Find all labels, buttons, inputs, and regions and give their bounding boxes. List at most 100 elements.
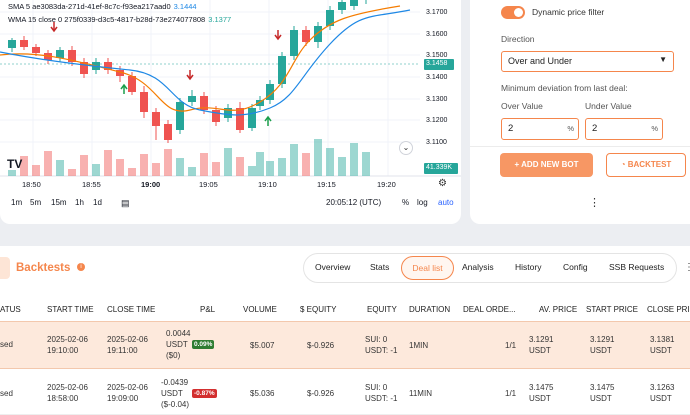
row-start-time: 18:58:00 bbox=[47, 394, 79, 403]
utc-clock: 20:05:12 (UTC) bbox=[326, 198, 382, 207]
column-header-usd-equity[interactable]: $ EQUITY bbox=[300, 305, 336, 314]
candlestick-chart[interactable] bbox=[0, 0, 461, 224]
table-row[interactable] bbox=[0, 321, 690, 369]
time-axis-label: 19:10 bbox=[258, 180, 277, 189]
volume-bar bbox=[44, 151, 52, 176]
volume-bar bbox=[256, 152, 264, 176]
backtest-button[interactable]: ◔ BACKTEST bbox=[606, 153, 686, 177]
tab-ssb-requests[interactable]: SSB Requests bbox=[609, 262, 664, 272]
volume-bar bbox=[32, 165, 40, 176]
price-axis-label: 3.1300 bbox=[426, 96, 448, 103]
column-header-av-price[interactable]: AV. PRICE bbox=[539, 305, 577, 314]
column-header-volume[interactable]: VOLUME bbox=[243, 305, 277, 314]
price-axis-label: 3.1600 bbox=[426, 31, 448, 38]
volume-bar bbox=[362, 152, 370, 176]
price-axis-label: 3.1700 bbox=[426, 9, 448, 16]
volume-bar bbox=[68, 169, 76, 176]
volume-bar bbox=[236, 157, 244, 176]
row-av-price-unit: USDT bbox=[529, 394, 551, 403]
row-pnl-usd: ($-0.04) bbox=[161, 400, 190, 409]
tab-history[interactable]: History bbox=[515, 262, 541, 272]
tab-stats[interactable]: Stats bbox=[370, 262, 389, 272]
wma-legend-value: 3.1377 bbox=[208, 15, 232, 24]
candle bbox=[164, 124, 172, 140]
add-new-bot-label: ADD NEW BOT bbox=[521, 160, 579, 169]
candle bbox=[212, 110, 220, 122]
row-close-date: 2025-02-06 bbox=[107, 335, 148, 344]
direction-value: Over and Under bbox=[508, 56, 573, 66]
row-close-time: 19:09:00 bbox=[107, 394, 139, 403]
candle bbox=[314, 26, 322, 42]
gear-icon[interactable]: ⚙ bbox=[438, 178, 447, 189]
table-row[interactable] bbox=[0, 370, 690, 415]
direction-select[interactable]: Over and Under ▼ bbox=[501, 51, 674, 72]
tab-overview[interactable]: Overview bbox=[315, 262, 350, 272]
row-close-price-unit: USDT bbox=[650, 346, 672, 355]
column-header-deal-orders[interactable]: DEAL ORDE... bbox=[463, 305, 516, 314]
timeframe-1m[interactable]: 1m bbox=[11, 198, 22, 207]
row-equity-usdt: USDT: -1 bbox=[365, 394, 398, 403]
column-header-duration[interactable]: DURATION bbox=[409, 305, 450, 314]
more-options-icon[interactable]: ⋮ bbox=[589, 196, 600, 209]
bot-settings-panel: Dynamic price filter Direction Over and … bbox=[470, 0, 690, 224]
time-axis-label: 19:00 bbox=[141, 180, 161, 189]
timeframe-1h[interactable]: 1h bbox=[75, 198, 84, 207]
auto-toggle[interactable]: auto bbox=[438, 198, 454, 207]
row-start-date: 2025-02-06 bbox=[47, 335, 88, 344]
backtest-label: BACKTEST bbox=[627, 160, 672, 169]
row-usd-equity: $-0.926 bbox=[307, 341, 335, 350]
over-value-input[interactable]: 2 % bbox=[501, 118, 579, 140]
volume-bar bbox=[224, 148, 232, 176]
tab-deal-list[interactable]: Deal list bbox=[401, 256, 454, 280]
info-icon[interactable]: i bbox=[77, 263, 85, 271]
column-header-equity[interactable]: EQUITY bbox=[367, 305, 397, 314]
volume-bar bbox=[314, 139, 322, 176]
row-status: sed bbox=[0, 340, 13, 349]
timeframe-1d[interactable]: 1d bbox=[93, 198, 102, 207]
column-header-pnl[interactable]: P&L bbox=[200, 305, 215, 314]
dynamic-filter-toggle[interactable] bbox=[501, 6, 525, 19]
timeframe-15m[interactable]: 15m bbox=[51, 198, 67, 207]
time-axis-label: 18:55 bbox=[82, 180, 101, 189]
add-new-bot-button[interactable]: + ADD NEW BOT bbox=[500, 153, 593, 177]
volume-bar bbox=[212, 162, 220, 176]
tradingview-logo[interactable]: TV bbox=[7, 157, 22, 171]
candle bbox=[338, 2, 346, 10]
volume-bar bbox=[116, 159, 124, 176]
column-header-start-time[interactable]: START TIME bbox=[47, 305, 94, 314]
pnl-badge: -0.87% bbox=[192, 389, 217, 398]
row-pnl-value: 0.0044 bbox=[166, 329, 191, 338]
column-header-start-price[interactable]: START PRICE bbox=[586, 305, 638, 314]
tab-config[interactable]: Config bbox=[563, 262, 588, 272]
row-start-price: 3.1291 bbox=[590, 335, 615, 344]
column-header-close-time[interactable]: CLOSE TIME bbox=[107, 305, 155, 314]
volume-bar bbox=[302, 153, 310, 176]
row-av-price: 3.1291 bbox=[529, 335, 554, 344]
percent-unit: % bbox=[651, 124, 658, 133]
chevron-down-icon[interactable]: ⌄ bbox=[399, 141, 413, 155]
price-chart[interactable]: SMA 5 ae3083da-271d-41ef-8c7c-f93ea217aa… bbox=[0, 0, 461, 224]
log-toggle[interactable]: log bbox=[417, 198, 428, 207]
row-av-price-unit: USDT bbox=[529, 346, 551, 355]
min-deviation-label: Minimum deviation from last deal: bbox=[501, 83, 628, 93]
column-header-status[interactable]: ATUS bbox=[0, 305, 21, 314]
price-axis-label: 3.1100 bbox=[426, 139, 447, 146]
candle bbox=[236, 108, 244, 130]
percent-unit: % bbox=[567, 124, 574, 133]
calendar-icon[interactable]: ▤ bbox=[121, 198, 130, 209]
volume-bar bbox=[326, 148, 334, 176]
price-axis-label: 3.1400 bbox=[426, 74, 448, 81]
more-tabs-icon[interactable]: ⋮ bbox=[684, 262, 690, 273]
under-value-label: Under Value bbox=[585, 101, 632, 111]
time-axis-label: 19:15 bbox=[317, 180, 336, 189]
volume-tag: 41.339K bbox=[424, 163, 458, 174]
tab-analysis[interactable]: Analysis bbox=[462, 262, 494, 272]
volume-bar bbox=[164, 149, 172, 176]
row-start-price-unit: USDT bbox=[590, 394, 612, 403]
candle bbox=[152, 112, 160, 126]
time-axis-label: 19:20 bbox=[377, 180, 396, 189]
column-header-close-price[interactable]: CLOSE PRIC bbox=[647, 305, 690, 314]
under-value-input[interactable]: 2 % bbox=[585, 118, 663, 140]
timeframe-5m[interactable]: 5m bbox=[30, 198, 41, 207]
percent-toggle[interactable]: % bbox=[402, 198, 409, 207]
